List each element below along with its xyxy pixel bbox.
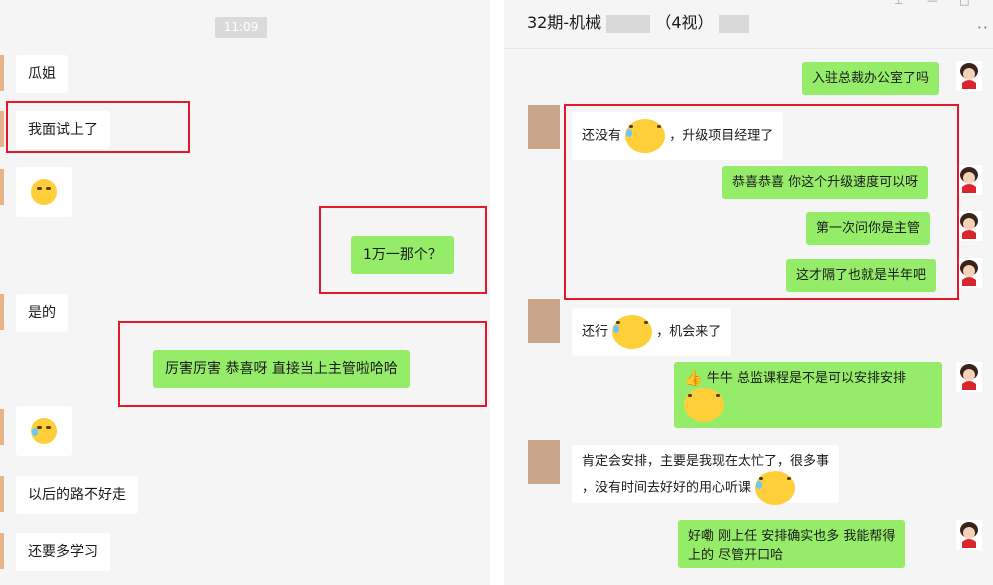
message-line-2: 上的 尽管开口哈 xyxy=(688,548,784,563)
avatar[interactable] xyxy=(0,533,4,569)
left-chat-panel: 11:09 瓜姐 我面试上了 1万一那个？ 是的 厉害厉害 恭喜呀 直接当上主管… xyxy=(0,0,490,585)
thumbs-up-icon: 👍 xyxy=(684,369,703,387)
message-bubble[interactable]: 瓜姐 xyxy=(16,55,68,93)
grin-emoji xyxy=(31,179,57,205)
avatar[interactable] xyxy=(956,61,982,91)
avatar[interactable] xyxy=(528,440,560,484)
avatar[interactable] xyxy=(956,258,982,288)
emoji-message[interactable] xyxy=(16,167,72,217)
avatar[interactable] xyxy=(956,165,982,195)
more-icon[interactable]: ·· xyxy=(977,18,989,37)
message-line: 肯定会安排，主要是我现在太忙了，很多事 xyxy=(582,454,830,469)
message-line-2: ，没有时间去好好的用心听课 xyxy=(582,471,829,505)
laugh-cry-emoji xyxy=(755,471,796,505)
message-text: 是的 xyxy=(28,305,56,321)
avatar[interactable] xyxy=(956,362,982,392)
message-text-b: ，机会来了 xyxy=(656,324,722,340)
blurred-name xyxy=(718,14,749,33)
message-bubble[interactable]: 还要多学习 xyxy=(16,533,110,571)
avatar[interactable] xyxy=(528,299,560,343)
message-text: 牛牛 总监课程是不是可以安排安排 xyxy=(706,371,906,386)
minimize-icon[interactable]: — xyxy=(927,0,938,7)
message-text: 还要多学习 xyxy=(28,544,98,560)
think-emoji xyxy=(684,388,724,422)
chat-title-count: （4视） xyxy=(655,13,714,32)
blurred-name xyxy=(606,14,651,33)
avatar[interactable] xyxy=(956,211,982,241)
maximize-icon[interactable]: □ xyxy=(959,0,969,7)
message-bubble-outgoing[interactable]: 好嘞 刚上任 安排确实也多 我能帮得 上的 尽管开口哈 xyxy=(678,520,906,568)
panel-divider xyxy=(490,0,504,585)
chat-header: 32期-机械 （4视） ⊥ — □ ·· xyxy=(504,0,993,49)
emoji-message[interactable] xyxy=(16,406,72,456)
message-text: 瓜姐 xyxy=(28,66,56,82)
message-text-a: 还行 xyxy=(582,324,609,340)
highlight-box xyxy=(6,101,190,153)
message-bubble-outgoing[interactable]: 👍 牛牛 总监课程是不是可以安排安排 xyxy=(674,362,942,428)
highlight-box xyxy=(118,321,487,407)
pin-icon[interactable]: ⊥ xyxy=(894,0,904,7)
laugh-cry-emoji xyxy=(612,315,653,349)
highlight-box xyxy=(564,104,959,300)
highlight-box xyxy=(319,206,487,294)
avatar[interactable] xyxy=(0,111,4,147)
message-bubble[interactable]: 以后的路不好走 xyxy=(16,476,138,514)
message-text: 以后的路不好走 xyxy=(28,487,126,503)
message-text: 入驻总裁办公室了吗 xyxy=(812,71,930,86)
avatar[interactable] xyxy=(0,476,4,512)
message-bubble[interactable]: 是的 xyxy=(16,294,68,332)
avatar[interactable] xyxy=(0,409,4,445)
avatar[interactable] xyxy=(0,294,4,330)
message-bubble[interactable]: 肯定会安排，主要是我现在太忙了，很多事 ，没有时间去好好的用心听课 xyxy=(572,445,840,505)
avatar[interactable] xyxy=(0,169,4,205)
avatar[interactable] xyxy=(956,520,982,550)
timestamp: 11:09 xyxy=(215,17,267,38)
message-line: 好嘞 刚上任 安排确实也多 我能帮得 xyxy=(688,529,896,544)
chat-title[interactable]: 32期-机械 （4视） xyxy=(527,11,749,35)
right-chat-panel: 32期-机械 （4视） ⊥ — □ ·· 入驻总裁办公室了吗 还没有 ，升级项目… xyxy=(504,0,993,585)
laugh-cry-emoji xyxy=(31,418,57,444)
message-bubble[interactable]: 还行 ，机会来了 xyxy=(572,308,732,356)
message-bubble-outgoing[interactable]: 入驻总裁办公室了吗 xyxy=(802,62,940,95)
avatar[interactable] xyxy=(528,105,560,149)
chat-title-prefix: 32期-机械 xyxy=(527,13,602,32)
avatar[interactable] xyxy=(0,55,4,91)
